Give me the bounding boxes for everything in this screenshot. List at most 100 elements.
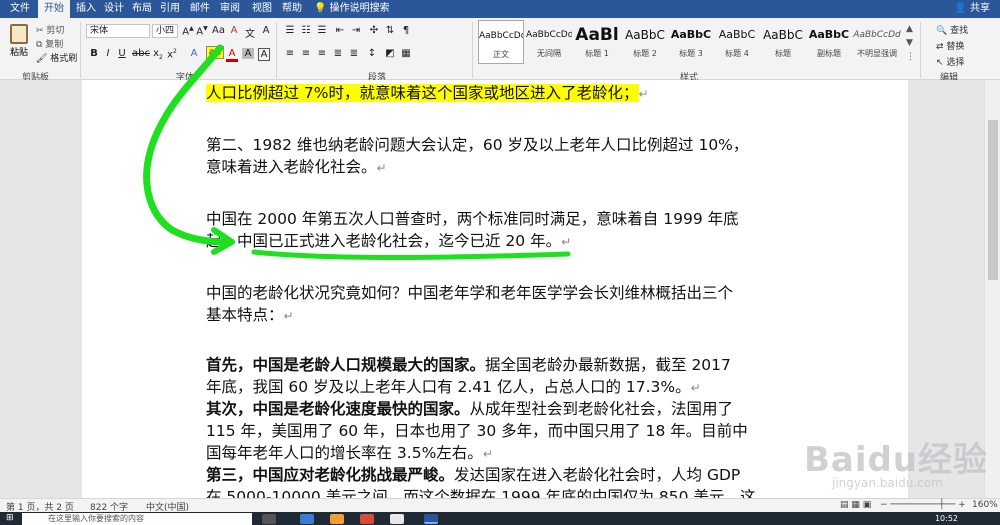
- highlighted-text: 人口比例超过 7%时，就意味着这个国家或地区进入了老龄化；: [206, 84, 639, 102]
- numbering-icon[interactable]: ☷: [300, 25, 312, 36]
- chinese-layout-icon[interactable]: ✣: [368, 25, 380, 36]
- select-label: 选择: [946, 58, 965, 68]
- subscript-button[interactable]: x2: [152, 48, 164, 61]
- italic-button[interactable]: I: [102, 48, 114, 59]
- tab-file[interactable]: 文件: [4, 0, 36, 18]
- app-icon[interactable]: [390, 514, 404, 524]
- app-icon[interactable]: [330, 514, 344, 524]
- tab-references[interactable]: 引用: [154, 0, 186, 18]
- ribbon-tab-bar: 文件 开始 插入 设计 布局 引用 邮件 审阅 视图 帮助 💡 操作说明搜索 👤…: [0, 0, 1000, 18]
- task-view-icon[interactable]: [262, 514, 276, 524]
- style-heading-1[interactable]: AaBl 标题 1: [574, 20, 620, 64]
- align-center-icon[interactable]: ≡: [300, 48, 312, 59]
- style-subtitle[interactable]: AaBbC 副标题: [806, 20, 852, 64]
- zoom-level[interactable]: 160%: [972, 500, 998, 510]
- char-shading-icon[interactable]: A: [242, 48, 254, 59]
- style-heading-3[interactable]: AaBbC 标题 3: [668, 20, 714, 64]
- change-case-button[interactable]: Aa: [212, 25, 225, 36]
- style-name: 标题 2: [633, 49, 657, 58]
- font-name-dropdown[interactable]: 宋体: [86, 24, 150, 38]
- format-painter-label: 格式刷: [50, 54, 78, 64]
- paragraph-4[interactable]: 中国的老龄化状况究竟如何？中国老年学和老年医学学会长刘维林概括出三个 基本特点：…: [206, 282, 786, 327]
- increase-indent-icon[interactable]: ⇥: [350, 25, 362, 36]
- tell-me-search[interactable]: 💡 操作说明搜索: [314, 0, 390, 18]
- tab-review[interactable]: 审阅: [214, 0, 246, 18]
- view-mode-icons[interactable]: ▤ ▦ ▣: [840, 500, 871, 510]
- styles-scroll-up-icon[interactable]: ▲: [906, 24, 913, 34]
- select-button[interactable]: ↖ 选择: [936, 55, 964, 68]
- decrease-indent-icon[interactable]: ⇤: [334, 25, 346, 36]
- strikethrough-button[interactable]: abc: [132, 48, 150, 59]
- sort-icon[interactable]: ⇅: [384, 25, 396, 36]
- borders-icon[interactable]: ▦: [400, 48, 412, 59]
- paragraph-3[interactable]: 中国在 2000 年第五次人口普查时，两个标准同时满足，意味着自 1999 年底…: [206, 208, 786, 253]
- style-subtle-emphasis[interactable]: AaBbCcDd 不明显强调: [852, 20, 902, 64]
- tab-view[interactable]: 视图: [246, 0, 278, 18]
- copy-button[interactable]: ⧉ 复制: [36, 37, 63, 50]
- text-effects-icon[interactable]: A: [188, 48, 200, 59]
- cut-button[interactable]: ✂ 剪切: [36, 23, 64, 36]
- style-sample: AaBbCcDd: [853, 30, 901, 40]
- bold-button[interactable]: B: [88, 48, 100, 59]
- scrollbar-thumb[interactable]: [988, 120, 998, 280]
- multilevel-list-icon[interactable]: ☰: [316, 25, 328, 36]
- char-border-icon[interactable]: A: [258, 48, 270, 61]
- style-heading-2[interactable]: AaBbC 标题 2: [622, 20, 668, 64]
- font-size-dropdown[interactable]: 小四: [152, 24, 178, 38]
- bullets-icon[interactable]: ☰: [284, 25, 296, 36]
- format-painter-button[interactable]: 🖌 格式刷: [36, 51, 77, 64]
- taskbar-search-box[interactable]: 在这里输入你要搜索的内容: [22, 513, 252, 525]
- text-line: 意味着进入老龄化社会。: [206, 158, 377, 176]
- paste-button[interactable]: 粘贴: [6, 24, 32, 58]
- paragraph-6[interactable]: 其次，中国是老龄化速度最快的国家。从成年型社会到老龄化社会，法国用了 115 年…: [206, 398, 786, 465]
- paragraph-2[interactable]: 第二、1982 维也纳老龄问题大会认定，60 岁及以上老年人口比例超过 10%，…: [206, 134, 786, 179]
- distributed-icon[interactable]: ≣: [348, 48, 360, 59]
- tab-help[interactable]: 帮助: [276, 0, 308, 18]
- text-run: 从成年型社会到老龄化社会，法国用了: [469, 400, 734, 418]
- phonetic-guide-icon[interactable]: 文: [244, 25, 256, 40]
- style-heading-4[interactable]: AaBbC 标题 4: [714, 20, 760, 64]
- align-right-icon[interactable]: ≡: [316, 48, 328, 59]
- word-app-icon[interactable]: [424, 514, 438, 524]
- justify-icon[interactable]: ≣: [332, 48, 344, 59]
- style-sample: AaBbC: [808, 28, 850, 41]
- styles-scroll-down-icon[interactable]: ▼: [906, 38, 913, 48]
- windows-start-icon[interactable]: ⊞: [6, 513, 14, 523]
- tab-mailings[interactable]: 邮件: [184, 0, 216, 18]
- align-left-icon[interactable]: ≡: [284, 48, 296, 59]
- paragraph-7[interactable]: 第三，中国应对老龄化挑战最严峻。发达国家在进入老龄化社会时，人均 GDP 在 5…: [206, 464, 786, 498]
- document-page[interactable]: 人口比例超过 7%时，就意味着这个国家或地区进入了老龄化；↵ 第二、1982 维…: [82, 80, 908, 498]
- font-color-button[interactable]: A: [226, 48, 238, 62]
- style-no-spacing[interactable]: AaBbCcDd 无间隔: [526, 20, 572, 64]
- taskbar-clock[interactable]: 10:52: [935, 512, 958, 525]
- style-sample: AaBbC: [718, 28, 756, 41]
- share-button[interactable]: 👤 共享: [954, 0, 990, 18]
- highlight-color-button[interactable]: ab: [206, 46, 224, 59]
- taskbar-search-placeholder: 在这里输入你要搜索的内容: [48, 514, 144, 523]
- style-sample: AaBbCcDd: [526, 30, 572, 40]
- app-icon[interactable]: [360, 514, 374, 524]
- style-normal[interactable]: AaBbCcDd 正文: [478, 20, 524, 64]
- tab-home[interactable]: 开始: [38, 0, 70, 18]
- bold-lead: 其次，中国是老龄化速度最快的国家。: [206, 400, 470, 418]
- enclose-char-icon[interactable]: A: [260, 25, 272, 36]
- line-spacing-icon[interactable]: ↕: [366, 48, 378, 59]
- replace-button[interactable]: ⇄ 替换: [936, 39, 964, 52]
- shrink-font-button[interactable]: A▼: [196, 25, 208, 37]
- styles-more-icon[interactable]: ⋮: [906, 52, 915, 62]
- clear-format-icon[interactable]: A: [228, 25, 240, 36]
- shading-icon[interactable]: ◩: [384, 48, 396, 59]
- app-icon[interactable]: [300, 514, 314, 524]
- paragraph-5[interactable]: 首先，中国是老龄人口规模最大的国家。据全国老龄办最新数据，截至 2017 年底，…: [206, 354, 786, 399]
- zoom-slider[interactable]: − ─────────┼── +: [880, 500, 966, 510]
- style-title[interactable]: AaBbC 标题: [760, 20, 806, 64]
- find-button[interactable]: 🔍 查找: [936, 23, 968, 36]
- text-run: 发达国家在进入老龄化社会时，人均 GDP: [454, 466, 741, 484]
- group-divider: [276, 22, 277, 78]
- superscript-button[interactable]: x2: [166, 48, 178, 60]
- paragraph-mark: ↵: [638, 87, 649, 101]
- grow-font-button[interactable]: A▲: [182, 25, 194, 37]
- show-marks-icon[interactable]: ¶: [400, 25, 412, 36]
- paragraph-1[interactable]: 人口比例超过 7%时，就意味着这个国家或地区进入了老龄化；↵: [206, 82, 786, 105]
- underline-button[interactable]: U: [116, 48, 128, 59]
